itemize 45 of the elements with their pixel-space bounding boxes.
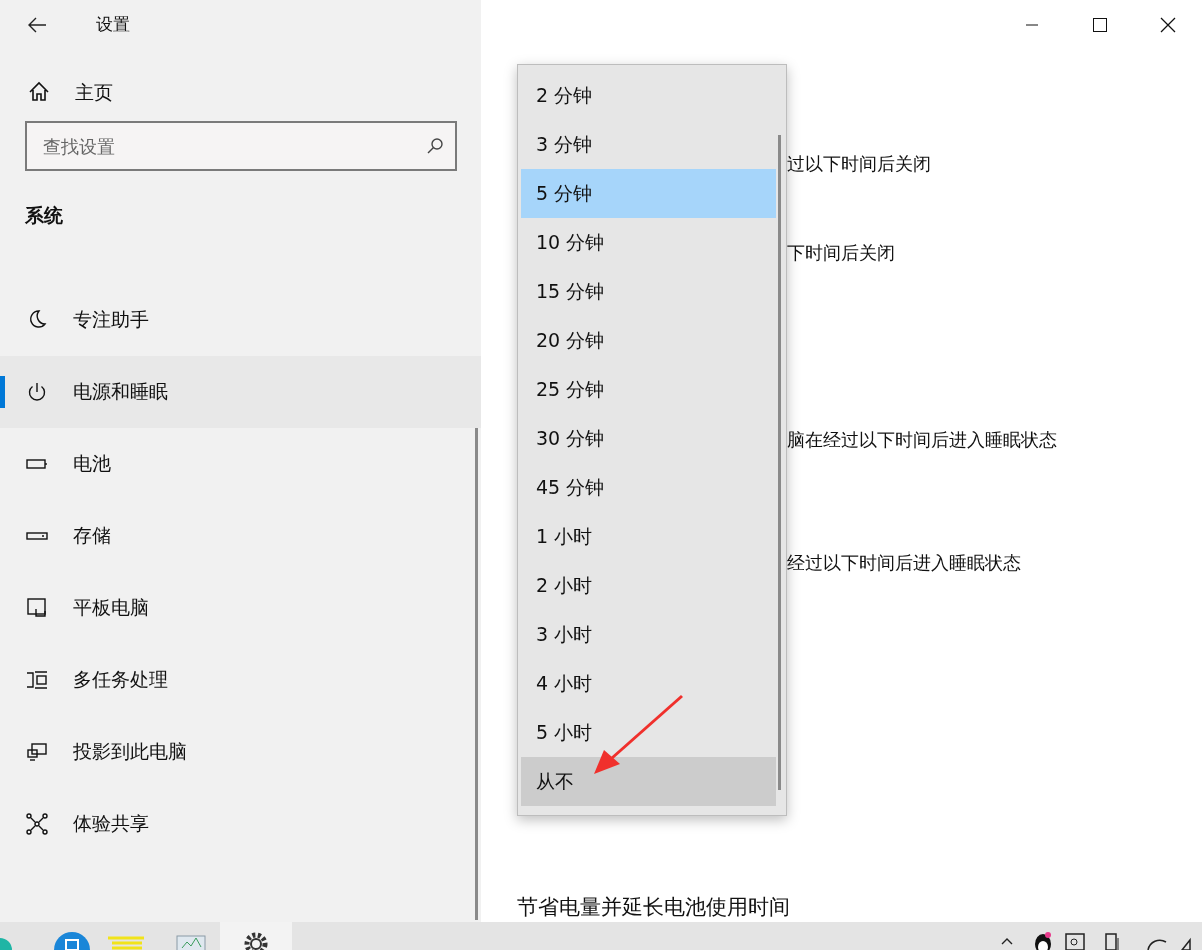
- maximize-icon: [1093, 18, 1107, 32]
- dropdown-option[interactable]: 从不: [521, 757, 776, 806]
- dropdown-option[interactable]: 20 分钟: [521, 316, 776, 365]
- sidebar-item[interactable]: 投影到此电脑: [0, 715, 481, 788]
- dropdown-option[interactable]: 3 分钟: [521, 120, 776, 169]
- dropdown-option[interactable]: 2 分钟: [521, 71, 776, 120]
- sidebar-item[interactable]: 平板电脑: [0, 571, 481, 644]
- sidebar-item[interactable]: 电池: [0, 427, 481, 500]
- window-title: 设置: [96, 13, 130, 37]
- sidebar-item[interactable]: 体验共享: [0, 787, 481, 860]
- minimize-icon: [1026, 24, 1038, 26]
- sidebar-item[interactable]: 存储: [0, 499, 481, 572]
- sidebar-item[interactable]: 多任务处理: [0, 643, 481, 716]
- setting-label: 过以下时间后关闭: [787, 152, 932, 176]
- close-icon: [1160, 17, 1176, 33]
- scrollbar[interactable]: [778, 135, 781, 790]
- dropdown-option[interactable]: 3 小时: [521, 610, 776, 659]
- dropdown-option[interactable]: 25 分钟: [521, 365, 776, 414]
- setting-label: 经过以下时间后进入睡眠状态: [787, 551, 1022, 575]
- home-link[interactable]: 主页: [75, 77, 113, 107]
- battery-icon: [25, 458, 49, 469]
- dropdown-option[interactable]: 5 小时: [521, 708, 776, 757]
- section-heading: 节省电量并延长电池使用时间: [517, 894, 791, 920]
- search-field[interactable]: 查找设置: [25, 121, 457, 171]
- dropdown-option[interactable]: 5 分钟: [521, 169, 776, 218]
- dropdown-option[interactable]: 2 小时: [521, 561, 776, 610]
- setting-label: 下时间后关闭: [787, 241, 896, 265]
- sidebar-item[interactable]: 电源和睡眠: [0, 355, 481, 428]
- share-icon: [25, 811, 49, 836]
- storage-icon: [25, 531, 49, 540]
- dropdown-option[interactable]: 15 分钟: [521, 267, 776, 316]
- home-icon: [27, 80, 51, 104]
- setting-label: 脑在经过以下时间后进入睡眠状态: [787, 428, 1058, 452]
- dropdown-option[interactable]: 4 小时: [521, 659, 776, 708]
- section-heading: 系统: [25, 203, 64, 228]
- dropdown-option[interactable]: 10 分钟: [521, 218, 776, 267]
- taskbar-button[interactable]: [220, 922, 292, 950]
- search-icon: [425, 136, 445, 156]
- dropdown-option[interactable]: 45 分钟: [521, 463, 776, 512]
- tablet-icon: [25, 595, 49, 620]
- sidebar-item[interactable]: 专注助手: [0, 283, 481, 356]
- gear-icon: [243, 930, 269, 950]
- dropdown-option[interactable]: 1 小时: [521, 512, 776, 561]
- dropdown-option[interactable]: 30 分钟: [521, 414, 776, 463]
- scrollbar[interactable]: [475, 428, 478, 920]
